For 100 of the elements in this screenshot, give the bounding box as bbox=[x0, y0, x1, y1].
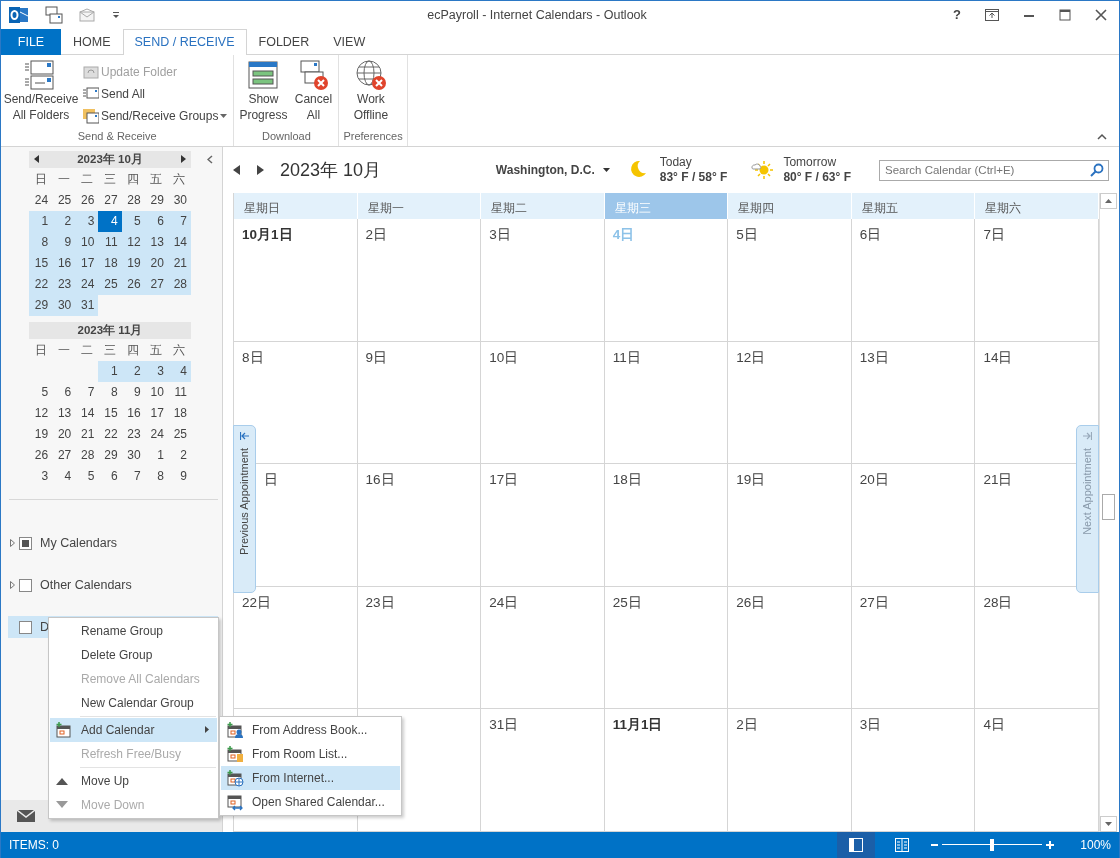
calendar-day[interactable]: 21 bbox=[75, 424, 99, 445]
next-month-icon[interactable] bbox=[257, 165, 264, 175]
calendar-day[interactable]: 13 bbox=[144, 232, 168, 253]
calendar-day[interactable]: 26 bbox=[75, 190, 99, 211]
calendar-day[interactable]: 30 bbox=[167, 190, 191, 211]
calendar-day[interactable]: 9 bbox=[167, 466, 191, 487]
calendar-day[interactable]: 28 bbox=[167, 274, 191, 295]
calendar-day[interactable]: 12 bbox=[121, 232, 145, 253]
calendar-day[interactable]: 8 bbox=[98, 382, 122, 403]
restore-ribbon-icon[interactable] bbox=[985, 9, 999, 21]
calendar-day[interactable]: 5 bbox=[29, 382, 53, 403]
calendar-day[interactable]: 10 bbox=[75, 232, 99, 253]
calendar-day[interactable]: 13 bbox=[52, 403, 76, 424]
calendar-day[interactable]: 1 bbox=[98, 361, 122, 382]
location-label[interactable]: Washington, D.C. bbox=[495, 161, 595, 179]
ribbon-tab[interactable]: FOLDER bbox=[246, 29, 322, 55]
dropdown-icon[interactable] bbox=[602, 168, 610, 172]
calendar-day[interactable]: 22 bbox=[29, 274, 53, 295]
checkbox[interactable] bbox=[19, 536, 32, 550]
calendar-day[interactable]: 19 bbox=[121, 253, 145, 274]
calendar-day[interactable]: 3 bbox=[144, 361, 168, 382]
calendar-day[interactable]: 21 bbox=[167, 253, 191, 274]
previous-month-icon[interactable] bbox=[233, 165, 240, 175]
calendar-day[interactable]: 29 bbox=[144, 190, 168, 211]
calendar-day[interactable]: 25 bbox=[167, 424, 191, 445]
calendar-day[interactable]: 7 bbox=[121, 466, 145, 487]
scroll-up-icon[interactable] bbox=[1100, 193, 1117, 209]
normal-view-button[interactable] bbox=[837, 832, 876, 858]
calendar-day[interactable]: 29 bbox=[98, 445, 122, 466]
calendar-day[interactable]: 19 bbox=[29, 424, 53, 445]
calendar-day[interactable]: 1 bbox=[29, 211, 53, 232]
calendar-day[interactable]: 18 bbox=[98, 253, 122, 274]
calendar-day[interactable]: 11 bbox=[167, 382, 191, 403]
menu-item[interactable]: Add Calendar bbox=[50, 718, 217, 742]
calendar-day[interactable]: 26 bbox=[29, 445, 53, 466]
calendar-day[interactable]: 3 bbox=[29, 466, 53, 487]
calendar-day[interactable]: 2 bbox=[121, 361, 145, 382]
calendar-day[interactable]: 24 bbox=[29, 190, 53, 211]
calendar-day[interactable]: 5 bbox=[75, 466, 99, 487]
menu-item[interactable]: Rename Group bbox=[50, 619, 217, 643]
ribbon-button[interactable]: Send/Receive Groups bbox=[81, 105, 230, 127]
calendar-day[interactable]: 6 bbox=[52, 382, 76, 403]
next-month-icon[interactable] bbox=[181, 155, 186, 163]
calendar-day[interactable]: 9 bbox=[52, 232, 76, 253]
menu-item[interactable]: From Address Book... bbox=[221, 718, 400, 742]
slider-thumb[interactable] bbox=[990, 839, 995, 851]
calendar-day[interactable]: 26 bbox=[121, 274, 145, 295]
calendar-day[interactable]: 18 bbox=[167, 403, 191, 424]
zoom-level[interactable]: 100% bbox=[1080, 836, 1111, 854]
checkbox[interactable] bbox=[19, 578, 32, 592]
calendar-day[interactable]: 7 bbox=[167, 211, 191, 232]
collapse-pane-icon[interactable] bbox=[207, 155, 213, 164]
search-icon[interactable] bbox=[1090, 162, 1104, 177]
calendar-day[interactable]: 20 bbox=[52, 424, 76, 445]
scrollbar-thumb[interactable] bbox=[1102, 494, 1115, 521]
calendar-day[interactable]: 25 bbox=[98, 274, 122, 295]
calendar-day[interactable]: 15 bbox=[29, 253, 53, 274]
calendar-day[interactable]: 29 bbox=[29, 295, 53, 316]
calendar-day[interactable]: 27 bbox=[98, 190, 122, 211]
calendar-day[interactable]: 1 bbox=[144, 445, 168, 466]
calendar-day[interactable]: 28 bbox=[121, 190, 145, 211]
expand-icon[interactable] bbox=[10, 539, 15, 547]
ribbon-button[interactable]: Show Progress bbox=[238, 57, 289, 128]
calendar-day[interactable]: 6 bbox=[144, 211, 168, 232]
calendar-day[interactable]: 3 bbox=[75, 211, 99, 232]
send-receive-icon[interactable] bbox=[45, 6, 63, 24]
calendar-day[interactable]: 30 bbox=[52, 295, 76, 316]
reading-view-icon[interactable] bbox=[895, 838, 910, 852]
mail-icon[interactable] bbox=[17, 809, 35, 823]
collapse-ribbon-icon[interactable] bbox=[1097, 133, 1107, 140]
checkbox[interactable] bbox=[19, 620, 32, 634]
close-icon[interactable] bbox=[1095, 9, 1107, 21]
ribbon-tab[interactable]: VIEW bbox=[321, 29, 378, 55]
calendar-day[interactable]: 15 bbox=[98, 403, 122, 424]
calendar-day[interactable]: 12 bbox=[29, 403, 53, 424]
zoom-slider[interactable] bbox=[942, 838, 1043, 852]
ribbon-button[interactable]: Send All bbox=[81, 83, 230, 105]
calendar-day[interactable]: 23 bbox=[121, 424, 145, 445]
calendar-day[interactable]: 27 bbox=[52, 445, 76, 466]
calendar-day[interactable]: 2 bbox=[167, 445, 191, 466]
ribbon-tab[interactable]: FILE bbox=[1, 29, 61, 55]
help-button[interactable]: ? bbox=[953, 5, 961, 25]
calendar-day[interactable]: 31 bbox=[75, 295, 99, 316]
caret-icon[interactable] bbox=[111, 10, 121, 20]
calendar-day[interactable]: 23 bbox=[52, 274, 76, 295]
zoom-out-icon[interactable] bbox=[931, 841, 939, 849]
ribbon-button[interactable]: Cancel All bbox=[292, 57, 335, 128]
calendar-day[interactable]: 30 bbox=[121, 445, 145, 466]
calendar-day[interactable]: 11 bbox=[98, 232, 122, 253]
calendar-day[interactable]: 27 bbox=[144, 274, 168, 295]
expand-icon[interactable] bbox=[10, 581, 15, 589]
ribbon-tab[interactable]: HOME bbox=[61, 29, 123, 55]
calendar-day[interactable]: 4 bbox=[167, 361, 191, 382]
calendar-day[interactable]: 24 bbox=[144, 424, 168, 445]
calendar-day[interactable]: 9 bbox=[121, 382, 145, 403]
calendar-day[interactable]: 24 bbox=[75, 274, 99, 295]
menu-item[interactable]: From Internet... bbox=[221, 766, 400, 790]
ribbon-button[interactable]: Send/Receive All Folders bbox=[5, 57, 77, 128]
calendar-day[interactable]: 20 bbox=[144, 253, 168, 274]
calendar-day[interactable]: 2 bbox=[52, 211, 76, 232]
